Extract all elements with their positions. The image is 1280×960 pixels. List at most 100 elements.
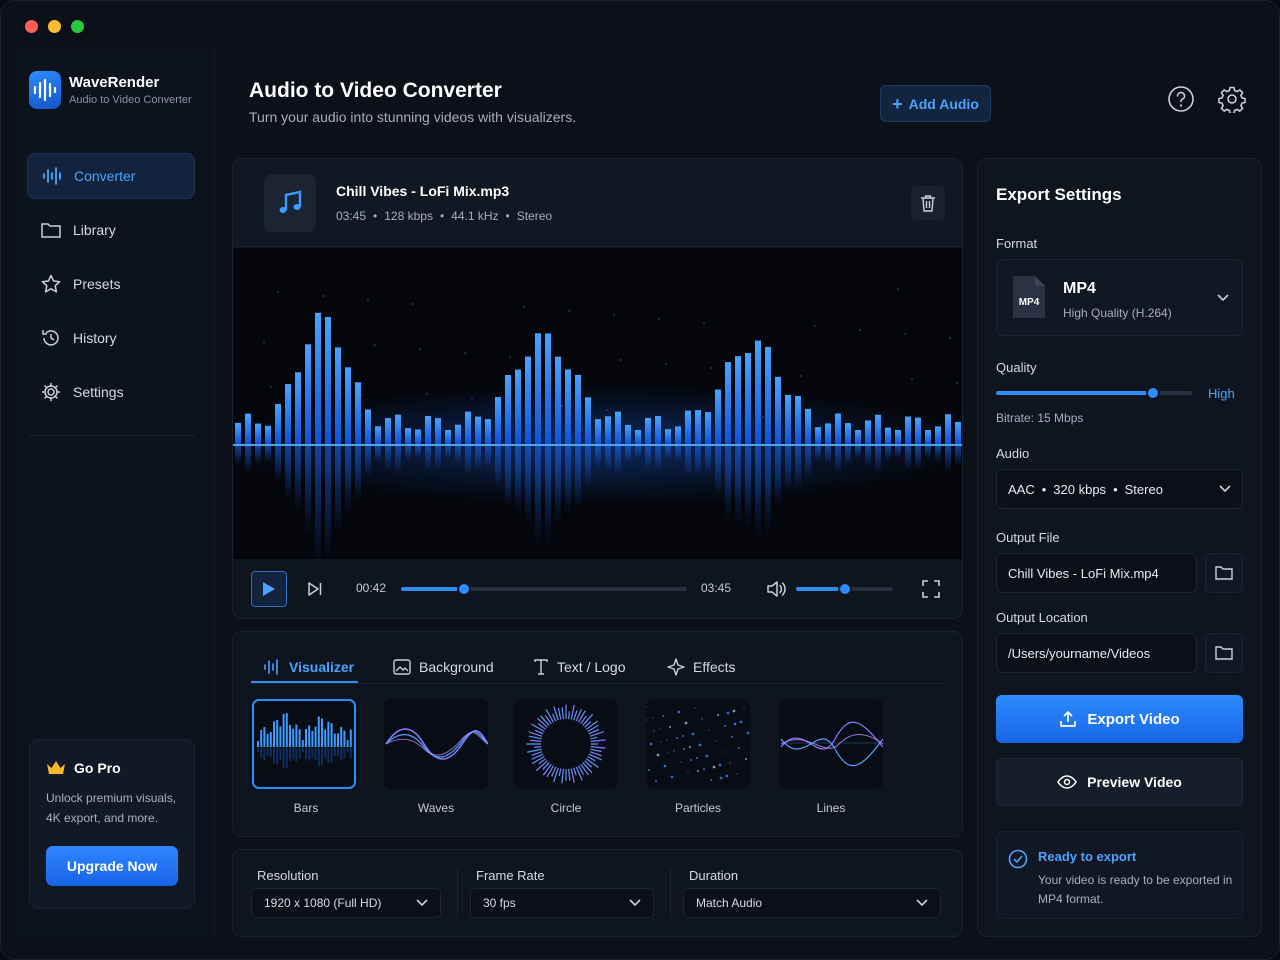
tab-background[interactable]: Background (393, 650, 494, 684)
visualizer-bar-reflection (625, 446, 631, 464)
volume-handle[interactable] (837, 582, 852, 596)
video-settings-row: Resolution 1920 x 1080 (Full HD) Frame R… (232, 849, 963, 937)
thumb-bar-reflection (273, 748, 275, 764)
seek-handle[interactable] (456, 582, 471, 596)
visualizer-bar (475, 416, 481, 444)
thumb-bar (346, 740, 349, 747)
sparkle-dot (904, 333, 906, 335)
thumb-bar (269, 732, 272, 747)
visualizer-bar-reflection (655, 446, 661, 472)
sidebar-item-library[interactable]: Library (27, 207, 195, 253)
sparkle-dot (807, 420, 809, 422)
play-button[interactable] (251, 571, 287, 607)
thumb-bar (282, 713, 285, 747)
visualizer-option-lines[interactable] (779, 699, 883, 789)
sidebar-item-presets[interactable]: Presets (27, 261, 195, 307)
visualizer-bar (885, 427, 891, 444)
volume-slider[interactable] (796, 582, 893, 596)
visualizer-bar (635, 430, 641, 444)
skip-next-button[interactable] (303, 577, 327, 601)
sidebar-item-label: Settings (73, 384, 124, 400)
maximize-window-button[interactable] (71, 20, 84, 33)
volume-icon[interactable] (766, 579, 788, 599)
particle (677, 710, 681, 714)
tab-visualizer[interactable]: Visualizer (263, 650, 354, 684)
upgrade-now-button[interactable]: Upgrade Now (46, 846, 178, 886)
export-video-button[interactable]: Export Video (996, 695, 1243, 743)
audio-select[interactable]: AAC • 320 kbps • Stereo (996, 469, 1243, 509)
sparkle-dot (322, 295, 324, 297)
minimize-window-button[interactable] (48, 20, 61, 33)
sidebar-item-settings[interactable]: Settings (27, 369, 195, 415)
thumb-bar (321, 718, 323, 747)
visualizer-bar-reflection (575, 446, 581, 509)
format-select[interactable]: MP4 MP4 High Quality (H.264) (996, 259, 1243, 336)
particle (660, 741, 662, 743)
visualizer-bar (795, 395, 801, 444)
sparkle-dot (620, 359, 622, 361)
visualizer-option-waves[interactable] (384, 699, 488, 789)
resolution-select[interactable]: 1920 x 1080 (Full HD) (251, 888, 441, 918)
visualizer-bar (925, 430, 931, 444)
visualizer-bar (845, 423, 851, 444)
sparkle-dot (800, 375, 802, 377)
visualizer-option-particles[interactable] (646, 699, 750, 789)
visualizer-bar-reflection (505, 446, 511, 509)
sidebar-item-converter[interactable]: Converter (27, 153, 195, 199)
output-file-input[interactable]: Chill Vibes - LoFi Mix.mp4 (996, 553, 1197, 593)
visualizer-bar (685, 410, 691, 444)
seek-slider[interactable] (401, 582, 687, 596)
quality-slider[interactable] (996, 386, 1192, 400)
visualizer-option-circle[interactable] (514, 699, 618, 789)
quality-handle[interactable] (1145, 386, 1160, 400)
visualizer-bar-reflection (785, 446, 791, 491)
visualizer-bar (755, 340, 761, 444)
delete-audio-button[interactable] (911, 186, 945, 220)
circle-preview (526, 704, 606, 784)
close-window-button[interactable] (25, 20, 38, 33)
help-button[interactable] (1167, 85, 1195, 113)
add-audio-button[interactable]: + Add Audio (880, 85, 991, 122)
settings-button[interactable] (1218, 85, 1246, 113)
particle (670, 775, 674, 779)
visualizer-bar (455, 424, 461, 444)
tab-effects[interactable]: Effects (667, 650, 736, 684)
thumb-bar-reflection (266, 748, 269, 756)
visualizer-bar (255, 423, 261, 444)
particle (729, 762, 731, 764)
visualizer-option-bars[interactable] (252, 699, 356, 789)
output-location-input[interactable]: /Users/yourname/Videos (996, 633, 1197, 673)
browse-output-location-button[interactable] (1205, 633, 1243, 673)
page-title: Audio to Video Converter (249, 79, 502, 102)
particle (691, 732, 695, 736)
frame-rate-select[interactable]: 30 fps (470, 888, 654, 918)
visualizer-bar-reflection (885, 446, 891, 461)
particle (652, 717, 654, 719)
visualizer-bar-reflection (795, 446, 801, 490)
visualizer-bar (605, 416, 611, 444)
thumb-bar (349, 729, 352, 747)
particle (745, 758, 747, 760)
chevron-down-icon (1219, 485, 1231, 493)
sidebar-item-history[interactable]: History (27, 315, 195, 361)
visualizer-bar-reflection (275, 446, 281, 482)
preview-video-button[interactable]: Preview Video (996, 758, 1243, 806)
particle (683, 748, 685, 750)
particle (649, 742, 653, 746)
sparkle-dot (329, 340, 331, 342)
output-file-label: Output File (996, 530, 1060, 545)
visualizer-bar (515, 369, 521, 444)
visualizer-bar (325, 316, 331, 444)
fullscreen-icon[interactable] (921, 579, 941, 599)
duration-select[interactable]: Match Audio (683, 888, 941, 918)
visual-options-panel: Visualizer Background Text / Logo Effect… (232, 631, 963, 837)
tab-text-logo[interactable]: Text / Logo (533, 650, 626, 684)
text-icon (534, 659, 548, 675)
gear-icon (1218, 86, 1246, 113)
waveform-icon (43, 167, 61, 185)
visualizer-bar (385, 418, 391, 444)
chevron-down-icon (916, 899, 928, 907)
browse-output-file-button[interactable] (1205, 553, 1243, 593)
particle (710, 779, 712, 781)
particle (646, 706, 647, 708)
